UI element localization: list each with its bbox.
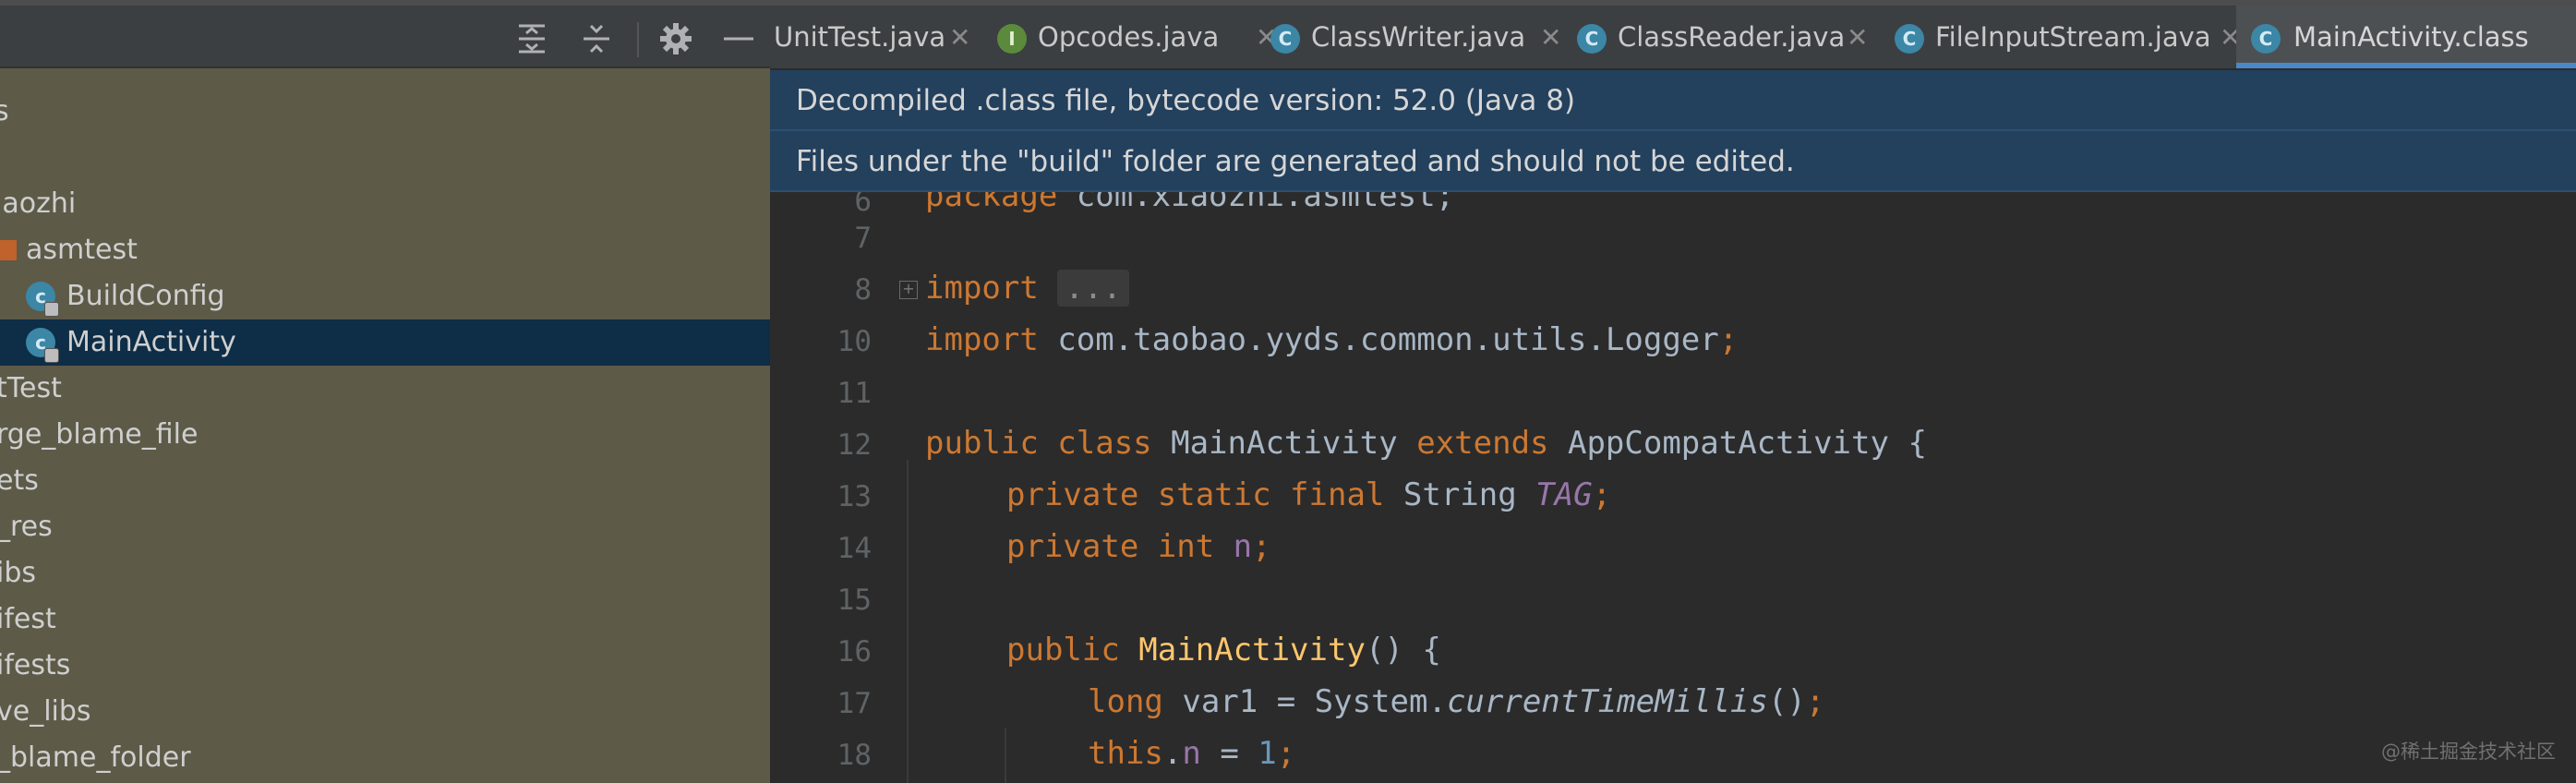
tab-opcodes[interactable]: I Opcodes.java ✕: [997, 6, 1302, 68]
indent-guide: [907, 460, 909, 783]
code-editor[interactable]: 6 7 8 10 11 12 13 14 15 16 17 18 + packa…: [770, 192, 2576, 783]
lock-icon: [44, 302, 59, 317]
tree-item[interactable]: ets: [0, 458, 770, 504]
package-folder-icon: [0, 240, 17, 260]
tree-item[interactable]: _res: [0, 504, 770, 550]
tree-item-label: ifests: [0, 649, 71, 681]
tab-label: MainActivity.class: [2293, 21, 2529, 53]
tree-item-label: ifest: [0, 603, 56, 635]
gear-icon[interactable]: [657, 20, 694, 57]
line-number: 11: [837, 377, 872, 410]
banner-text: Decompiled .class file, bytecode version…: [796, 84, 1576, 117]
line-number: 17: [837, 687, 872, 720]
tree-item[interactable]: ve_libs: [0, 689, 770, 735]
tab-label: ClassReader.java: [1618, 21, 1846, 53]
tree-item-label: BuildConfig: [66, 280, 225, 312]
tab-label: ClassWriter.java: [1311, 21, 1526, 53]
tab-unittest[interactable]: UnitTest.java ✕: [770, 6, 984, 68]
tree-item-package[interactable]: asmtest: [0, 227, 770, 273]
tree-item-label: s: [0, 95, 9, 127]
class-icon: C: [1895, 24, 1924, 54]
tree-item-label: ve_libs: [0, 695, 91, 728]
tree-item-label: _res: [0, 511, 53, 543]
line-number: 13: [837, 480, 872, 513]
tree-item-label: tTest: [0, 372, 62, 404]
active-tab-indicator: [2236, 63, 2576, 68]
tree-item-label: rge_blame_file: [0, 418, 199, 451]
tab-label: UnitTest.java: [774, 21, 946, 53]
line-number: 12: [837, 428, 872, 462]
tree-item-label: _blame_folder: [0, 741, 191, 774]
code-line: this.n = 1;: [1088, 735, 1296, 772]
line-number: 10: [837, 325, 872, 358]
tree-item-class-selected[interactable]: c MainActivity: [0, 319, 770, 366]
fold-toggle-icon[interactable]: +: [899, 281, 918, 299]
tree-item-class[interactable]: c BuildConfig: [0, 273, 770, 319]
line-number: 18: [837, 739, 872, 772]
minimize-icon[interactable]: [720, 20, 757, 57]
class-icon: C: [1577, 24, 1607, 54]
code-line: private static final String TAG;: [1006, 476, 1612, 513]
banner-text: Files under the "build" folder are gener…: [796, 145, 1795, 178]
tab-mainactivity-class[interactable]: C MainActivity.class: [2236, 6, 2576, 68]
tab-label: Opcodes.java: [1038, 21, 1220, 53]
watermark: @稀土掘金技术社区: [2381, 741, 2556, 763]
editor-tab-bar: UnitTest.java ✕ I Opcodes.java ✕ C Class…: [770, 0, 2576, 68]
lock-icon: [44, 348, 59, 363]
expand-all-icon[interactable]: [513, 20, 550, 57]
tree-item-label: MainActivity: [66, 326, 236, 358]
close-icon[interactable]: ✕: [1540, 24, 1561, 52]
line-number: 6: [854, 192, 872, 218]
decompiled-notice-banner: Decompiled .class file, bytecode version…: [770, 70, 2576, 131]
project-toolbar: [0, 0, 770, 68]
close-icon[interactable]: ✕: [1847, 24, 1868, 52]
tree-item[interactable]: tTest: [0, 366, 770, 412]
code-line: package com.xiaozhi.asmtest;: [925, 192, 1455, 214]
build-folder-warning-banner: Files under the "build" folder are gener…: [770, 131, 2576, 192]
tab-classwriter[interactable]: C ClassWriter.java ✕: [1270, 6, 1584, 68]
code-line: long var1 = System.currentTimeMillis();: [1088, 683, 1825, 720]
close-icon[interactable]: ✕: [949, 24, 970, 52]
folded-imports[interactable]: ...: [1057, 270, 1129, 307]
tree-item[interactable]: _blame_folder: [0, 735, 770, 781]
line-number: 8: [854, 273, 872, 307]
tab-classreader[interactable]: C ClassReader.java ✕: [1577, 6, 1891, 68]
tree-item[interactable]: ibs: [0, 550, 770, 596]
collapse-all-icon[interactable]: [578, 20, 615, 57]
tree-item[interactable]: iaozhi: [0, 181, 770, 227]
code-line: import ...: [925, 270, 1129, 307]
tree-item-label: ets: [0, 464, 39, 497]
code-line: private int n;: [1006, 528, 1271, 565]
line-number: 16: [837, 635, 872, 669]
line-number: 7: [854, 222, 872, 255]
tree-item[interactable]: rge_blame_file: [0, 412, 770, 458]
tree-item[interactable]: s: [0, 89, 770, 135]
project-tree-panel: s iaozhi asmtest c BuildConfig c MainAct…: [0, 0, 770, 783]
tab-fileinputstream[interactable]: C FileInputStream.java ✕: [1895, 6, 2257, 68]
tree-item[interactable]: ifests: [0, 643, 770, 689]
code-line: public MainActivity() {: [1006, 632, 1441, 669]
tree-item[interactable]: ifest: [0, 596, 770, 643]
tree-item-label: iaozhi: [0, 187, 77, 220]
class-icon: C: [2251, 24, 2281, 54]
class-icon: C: [1270, 24, 1300, 54]
line-number: 14: [837, 532, 872, 565]
indent-guide: [1005, 728, 1006, 783]
interface-icon: I: [997, 24, 1027, 54]
line-number: 15: [837, 584, 872, 617]
toolbar-separator: [637, 22, 639, 57]
code-line: import com.taobao.yyds.common.utils.Logg…: [925, 321, 1739, 358]
tree-item-label: asmtest: [26, 234, 138, 266]
code-line: public class MainActivity extends AppCom…: [925, 425, 1927, 462]
tree-item-label: ibs: [0, 557, 37, 589]
tab-label: FileInputStream.java: [1935, 21, 2211, 53]
